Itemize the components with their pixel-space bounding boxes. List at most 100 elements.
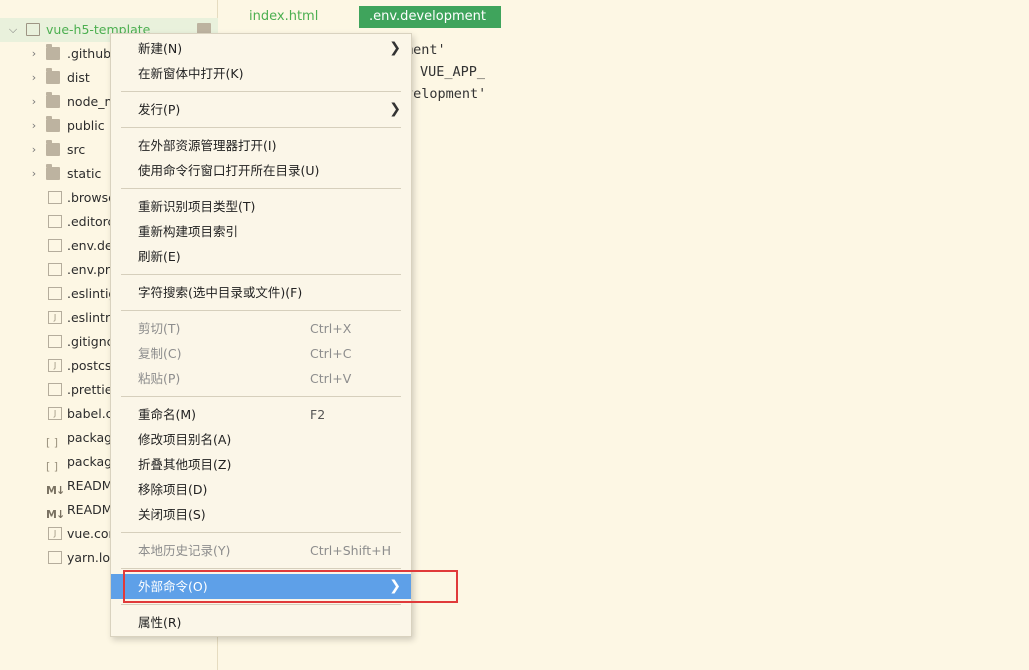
file-icon: [48, 215, 62, 228]
folder-icon: [46, 68, 60, 84]
folder-icon: [46, 164, 60, 180]
menu-separator: [121, 532, 401, 533]
tree-item-label: static: [67, 166, 102, 181]
chevron-right-icon[interactable]: ›: [28, 138, 40, 162]
menu-item-label: 移除项目(D): [138, 482, 208, 497]
file-icon: [48, 551, 62, 564]
menu-separator: [121, 188, 401, 189]
menu-item: 剪切(T) Ctrl+X: [111, 316, 411, 341]
tree-item-label: dist: [67, 70, 90, 85]
tree-item-label: packag: [67, 430, 113, 445]
script-file-icon: J: [48, 407, 62, 420]
tree-item-label: .editorc: [67, 214, 115, 229]
menu-item[interactable]: 字符搜索(选中目录或文件)(F): [111, 280, 411, 305]
chevron-right-icon[interactable]: ›: [28, 114, 40, 138]
tree-item-label: .gitignc: [67, 334, 114, 349]
tree-item-label: src: [67, 142, 86, 157]
chevron-down-icon[interactable]: ⌵: [7, 18, 19, 42]
file-icon: [48, 191, 62, 204]
menu-item-label: 折叠其他项目(Z): [138, 457, 232, 472]
code-line[interactable]: VUE_APP_: [420, 61, 485, 83]
menu-separator: [121, 396, 401, 397]
menu-separator: [121, 604, 401, 605]
menu-separator: [121, 568, 401, 569]
menu-item[interactable]: 新建(N) ❯: [111, 36, 411, 61]
tree-item-label: .github: [67, 46, 112, 61]
folder-icon: [46, 44, 60, 60]
menu-item[interactable]: 属性(R): [111, 610, 411, 635]
menu-item-label: 发行(P): [138, 102, 181, 117]
markdown-file-icon: M↓: [46, 508, 65, 521]
menu-item[interactable]: 在外部资源管理器打开(I): [111, 133, 411, 158]
file-icon: [48, 263, 62, 276]
menu-item[interactable]: 移除项目(D): [111, 477, 411, 502]
script-file-icon: J: [48, 359, 62, 372]
menu-item-label: 剪切(T): [138, 321, 181, 336]
tree-item-label: babel.c: [67, 406, 113, 421]
menu-item[interactable]: 重新识别项目类型(T): [111, 194, 411, 219]
tree-item-label: .eslintig: [67, 286, 117, 301]
tree-item-label: packag: [67, 454, 113, 469]
menu-item[interactable]: 重新构建项目索引: [111, 219, 411, 244]
file-icon: [48, 383, 62, 396]
menu-item[interactable]: 折叠其他项目(Z): [111, 452, 411, 477]
menu-item-label: 刷新(E): [138, 249, 181, 264]
json-file-icon: [ ]: [46, 460, 59, 473]
menu-item-label: 本地历史记录(Y): [138, 543, 231, 558]
chevron-right-icon: ❯: [389, 40, 401, 56]
menu-item[interactable]: 重命名(M) F2: [111, 402, 411, 427]
chevron-right-icon[interactable]: ›: [28, 162, 40, 186]
menu-item[interactable]: 在新窗体中打开(K): [111, 61, 411, 86]
json-file-icon: [ ]: [46, 436, 59, 449]
chevron-right-icon[interactable]: ›: [28, 90, 40, 114]
menu-separator: [121, 91, 401, 92]
code-line[interactable]: velopment': [405, 83, 486, 105]
menu-item-label: 字符搜索(选中目录或文件)(F): [138, 285, 303, 300]
tab-index-html[interactable]: index.html: [249, 6, 318, 28]
menu-item-label: 在新窗体中打开(K): [138, 66, 244, 81]
menu-item-label: 属性(R): [138, 615, 182, 630]
menu-item[interactable]: 发行(P) ❯: [111, 97, 411, 122]
menu-item-label: 在外部资源管理器打开(I): [138, 138, 277, 153]
tab-env-development[interactable]: .env.development: [359, 6, 501, 28]
tree-item-label: READM: [67, 502, 113, 517]
menu-item-label: 新建(N): [138, 41, 183, 56]
menu-item-label: 重新识别项目类型(T): [138, 199, 256, 214]
menu-item[interactable]: 修改项目别名(A): [111, 427, 411, 452]
tree-item-label: .browse: [67, 190, 116, 205]
context-menu: 新建(N) ❯ 在新窗体中打开(K) 发行(P) ❯ 在外部资源管理器打开(I) 使用命令行…: [110, 33, 412, 637]
tree-item-label: READM: [67, 478, 113, 493]
menu-item-label: 粘贴(P): [138, 371, 181, 386]
menu-item-shortcut: Ctrl+X: [310, 321, 352, 336]
tree-item-label: vue.cor: [67, 526, 114, 541]
menu-separator: [121, 127, 401, 128]
menu-item[interactable]: 使用命令行窗口打开所在目录(U): [111, 158, 411, 183]
chevron-right-icon[interactable]: ›: [28, 66, 40, 90]
script-file-icon: J: [48, 527, 62, 540]
chevron-right-icon[interactable]: ›: [28, 42, 40, 66]
menu-separator: [121, 310, 401, 311]
menu-item-shortcut: Ctrl+Shift+H: [310, 543, 391, 558]
menu-item: 粘贴(P) Ctrl+V: [111, 366, 411, 391]
project-folder-icon: [26, 23, 40, 36]
menu-item-shortcut: F2: [310, 407, 326, 422]
menu-item[interactable]: 关闭项目(S): [111, 502, 411, 527]
file-icon: [48, 287, 62, 300]
folder-icon: [46, 92, 60, 108]
chevron-right-icon: ❯: [389, 101, 401, 117]
menu-separator: [121, 274, 401, 275]
menu-item[interactable]: 刷新(E): [111, 244, 411, 269]
menu-item-label: 复制(C): [138, 346, 182, 361]
tree-item-label: .postcs: [67, 358, 112, 373]
tree-item-label: public: [67, 118, 105, 133]
menu-item-shortcut: Ctrl+C: [310, 346, 352, 361]
file-icon: [48, 239, 62, 252]
menu-item-label: 使用命令行窗口打开所在目录(U): [138, 163, 320, 178]
menu-item-label: 关闭项目(S): [138, 507, 206, 522]
folder-icon: [46, 140, 60, 156]
file-icon: [48, 335, 62, 348]
menu-item-label: 重命名(M): [138, 407, 197, 422]
menu-item: 复制(C) Ctrl+C: [111, 341, 411, 366]
annotation-highlight-box: [123, 570, 458, 603]
menu-item-label: 重新构建项目索引: [138, 224, 239, 239]
